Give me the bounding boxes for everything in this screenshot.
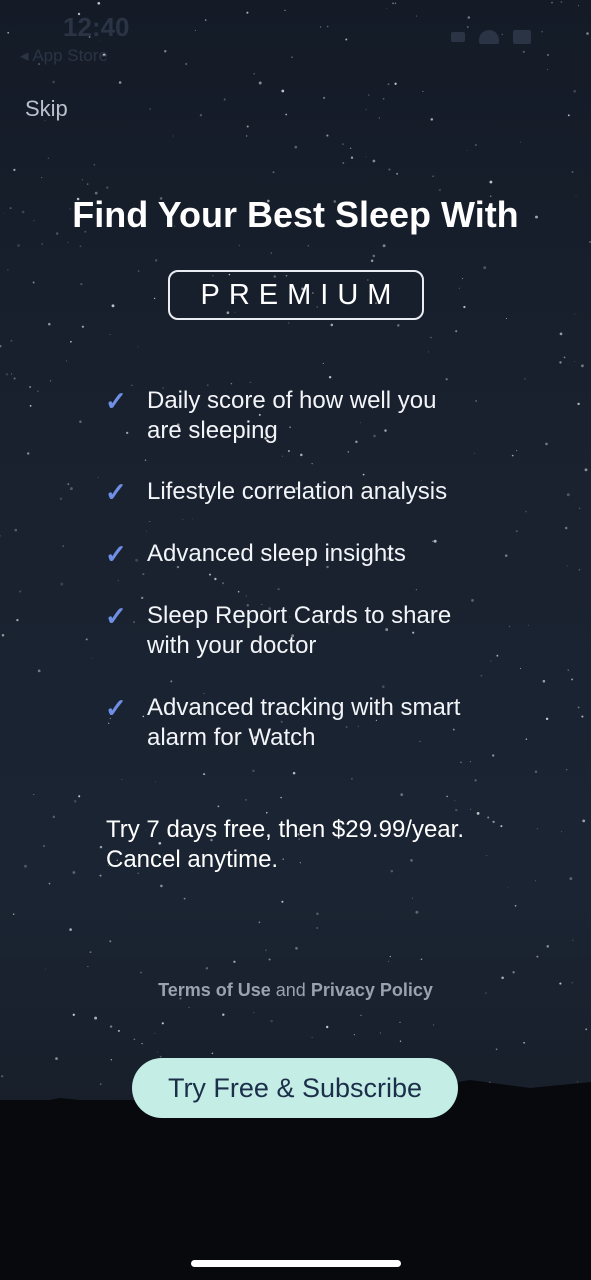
status-icons [451, 30, 531, 44]
premium-badge-label: PREMIUM [200, 278, 401, 311]
feature-line: alarm for Watch [147, 724, 316, 751]
feature-item: ✓ Sleep Report Cards to share with your … [105, 601, 565, 661]
feature-line: Advanced sleep insights [147, 540, 406, 567]
feature-item: ✓ Daily score of how well you are sleepi… [105, 386, 565, 446]
feature-line: Advanced tracking with smart [147, 694, 461, 721]
privacy-policy-link[interactable]: Privacy Policy [311, 980, 433, 1000]
feature-line: Daily score of how well you [147, 387, 437, 414]
feature-text: Daily score of how well you are sleeping [147, 386, 436, 446]
checkmark-icon: ✓ [105, 539, 127, 569]
try-free-subscribe-button[interactable]: Try Free & Subscribe [132, 1058, 458, 1118]
feature-text: Lifestyle correlation analysis [147, 477, 447, 507]
feature-line: Sleep Report Cards to share [147, 602, 452, 629]
feature-item: ✓ Advanced sleep insights [105, 539, 565, 569]
checkmark-icon: ✓ [105, 477, 127, 507]
status-time: 12:40 [63, 12, 130, 42]
premium-badge: PREMIUM [168, 270, 424, 320]
feature-text: Advanced tracking with smart alarm for W… [147, 693, 460, 753]
legal-and-text: and [275, 980, 306, 1000]
feature-item: ✓ Lifestyle correlation analysis [105, 477, 565, 507]
pricing-text: Try 7 days free, then $29.99/year. Cance… [106, 815, 546, 875]
feature-line: are sleeping [147, 417, 278, 444]
feature-text: Sleep Report Cards to share with your do… [147, 601, 451, 661]
terms-of-use-link[interactable]: Terms of Use [158, 980, 271, 1000]
feature-line: with your doctor [147, 632, 317, 659]
checkmark-icon: ✓ [105, 693, 127, 723]
paywall-screen: 12:40 ◂ App Store Skip Find Your Best Sl… [0, 0, 591, 1280]
battery-icon [513, 30, 531, 44]
home-indicator [191, 1260, 401, 1267]
feature-text: Advanced sleep insights [147, 539, 406, 569]
pricing-line: Try 7 days free, then $29.99/year. [106, 816, 464, 843]
skip-button[interactable]: Skip [25, 96, 68, 122]
mountain-silhouette [0, 1080, 591, 1280]
checkmark-icon: ✓ [105, 601, 127, 631]
cancel-line: Cancel anytime. [106, 846, 279, 873]
legal-links: Terms of Use and Privacy Policy [0, 980, 591, 1001]
feature-item: ✓ Advanced tracking with smart alarm for… [105, 693, 565, 753]
page-title: Find Your Best Sleep With [72, 194, 519, 235]
checkmark-icon: ✓ [105, 386, 127, 416]
feature-line: Lifestyle correlation analysis [147, 478, 448, 505]
wifi-icon [479, 30, 499, 44]
back-to-app-store-link[interactable]: ◂ App Store [20, 46, 108, 66]
signal-icon [451, 32, 465, 42]
